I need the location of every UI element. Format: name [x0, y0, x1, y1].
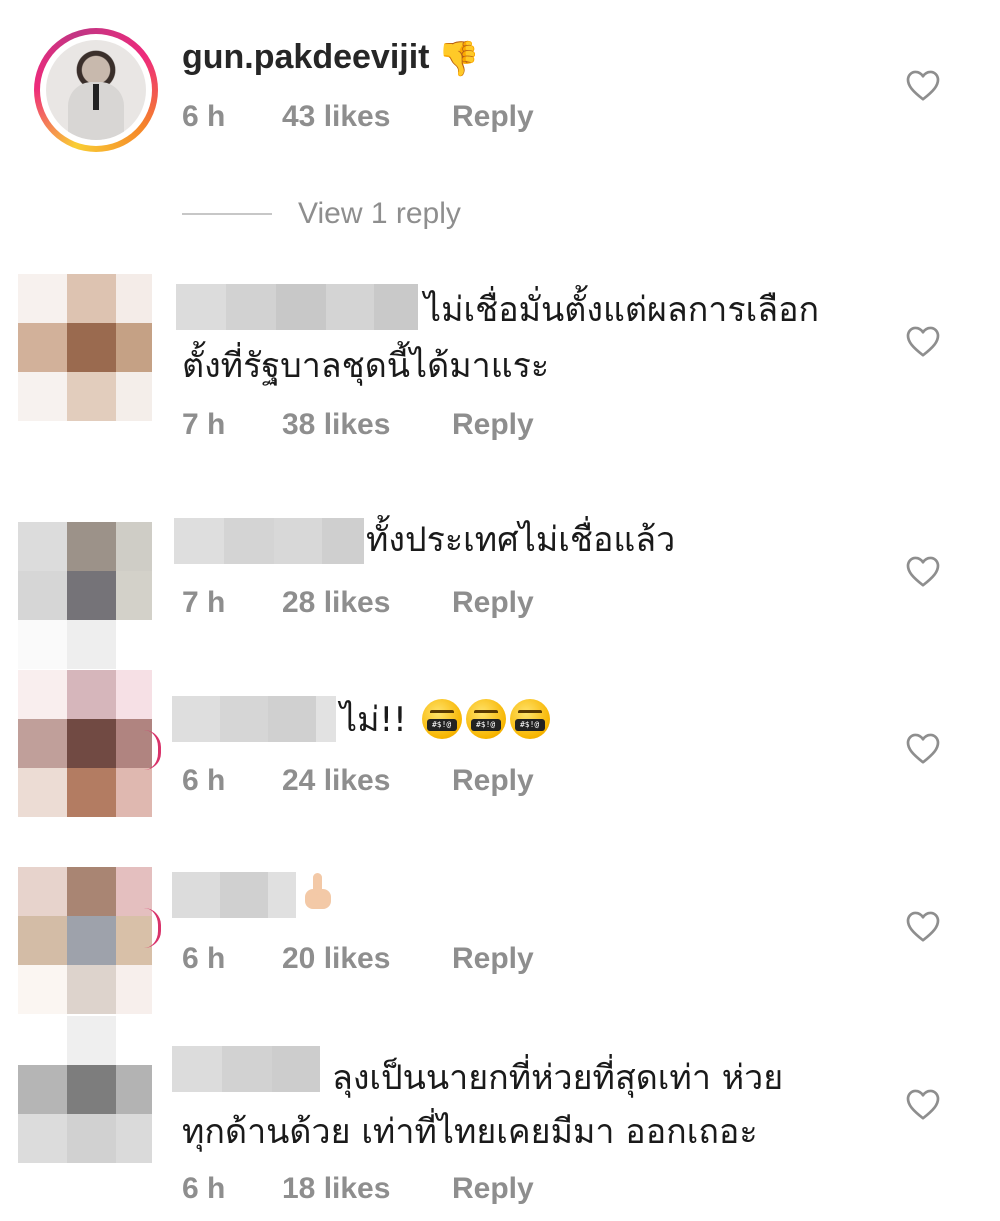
- story-ring: [144, 730, 161, 770]
- comment-time: 6 h: [182, 764, 226, 797]
- avatar[interactable]: [18, 1016, 152, 1163]
- comment-text: ทุกด้านด้วย เท่าที่ไทยเคยมีมา ออกเถอะ: [182, 1112, 758, 1152]
- avatar-photo: [46, 40, 146, 140]
- reply-button[interactable]: Reply: [452, 408, 534, 442]
- avatar[interactable]: [18, 867, 152, 1014]
- comment-text: ทั้งประเทศไม่เชื่อแล้ว: [366, 520, 676, 560]
- redacted-username[interactable]: [172, 1046, 320, 1092]
- username[interactable]: gun.pakdeevijit 👎: [182, 38, 480, 79]
- comment-text: ตั้งที่รัฐบาลชุดนี้ได้มาแระ: [182, 346, 550, 386]
- comment-meta: 6 h 20 likes Reply: [182, 942, 534, 976]
- likes-count[interactable]: 18 likes: [282, 1172, 452, 1206]
- comment-time: 6 h: [182, 100, 226, 133]
- avatar[interactable]: [18, 670, 152, 817]
- heart-icon[interactable]: [905, 909, 941, 943]
- comment-text: ลุงเป็นนายกที่ห่วยที่สุดเท่า ห่วย: [332, 1058, 784, 1098]
- comment-time: 7 h: [182, 408, 226, 441]
- view-replies-divider: [182, 213, 272, 215]
- comment-meta: 6 h 43 likes Reply: [182, 100, 534, 134]
- face-with-symbols-icon: [509, 699, 550, 739]
- redacted-username[interactable]: [172, 696, 336, 742]
- reply-button[interactable]: Reply: [452, 764, 534, 798]
- view-replies-button[interactable]: View 1 reply: [182, 194, 461, 234]
- comment-meta: 7 h 28 likes Reply: [182, 586, 534, 620]
- heart-icon[interactable]: [905, 554, 941, 588]
- heart-icon[interactable]: [905, 68, 941, 102]
- face-with-symbols-icon: [421, 699, 462, 739]
- reply-button[interactable]: Reply: [452, 586, 534, 620]
- likes-count[interactable]: 24 likes: [282, 764, 452, 798]
- redacted-username[interactable]: [174, 518, 364, 564]
- face-with-symbols-icon: [465, 699, 506, 739]
- comment-meta: 6 h 24 likes Reply: [182, 764, 534, 798]
- comment-time: 6 h: [182, 1172, 226, 1205]
- comment-text: ไม่เชื่อมั่นตั้งแต่ผลการเลือก: [424, 290, 820, 330]
- redacted-username[interactable]: [172, 872, 296, 918]
- story-ring: [144, 908, 161, 948]
- reply-button[interactable]: Reply: [452, 100, 534, 134]
- heart-icon[interactable]: [905, 1087, 941, 1121]
- reply-button[interactable]: Reply: [452, 942, 534, 976]
- comment-meta: 6 h 18 likes Reply: [182, 1172, 534, 1206]
- comment: gun.pakdeevijit 👎 6 h 43 likes Reply View 1…: [0, 0, 1000, 250]
- comment-text: [302, 868, 332, 920]
- avatar[interactable]: [18, 522, 152, 669]
- comment-meta: 7 h 38 likes Reply: [182, 408, 534, 442]
- thumbs-down-icon: 👎: [437, 40, 480, 78]
- avatar[interactable]: [18, 274, 152, 421]
- heart-icon[interactable]: [905, 731, 941, 765]
- heart-icon[interactable]: [905, 324, 941, 358]
- redacted-username[interactable]: [176, 284, 418, 330]
- likes-count[interactable]: 20 likes: [282, 942, 452, 976]
- comment-time: 7 h: [182, 586, 226, 619]
- comment-text: ไม่!!: [340, 694, 550, 746]
- likes-count[interactable]: 28 likes: [282, 586, 452, 620]
- likes-count[interactable]: 38 likes: [282, 408, 452, 442]
- comment-time: 6 h: [182, 942, 226, 975]
- avatar[interactable]: [34, 28, 158, 152]
- reply-button[interactable]: Reply: [452, 1172, 534, 1206]
- likes-count[interactable]: 43 likes: [282, 100, 452, 134]
- middle-finger-icon: [302, 871, 332, 911]
